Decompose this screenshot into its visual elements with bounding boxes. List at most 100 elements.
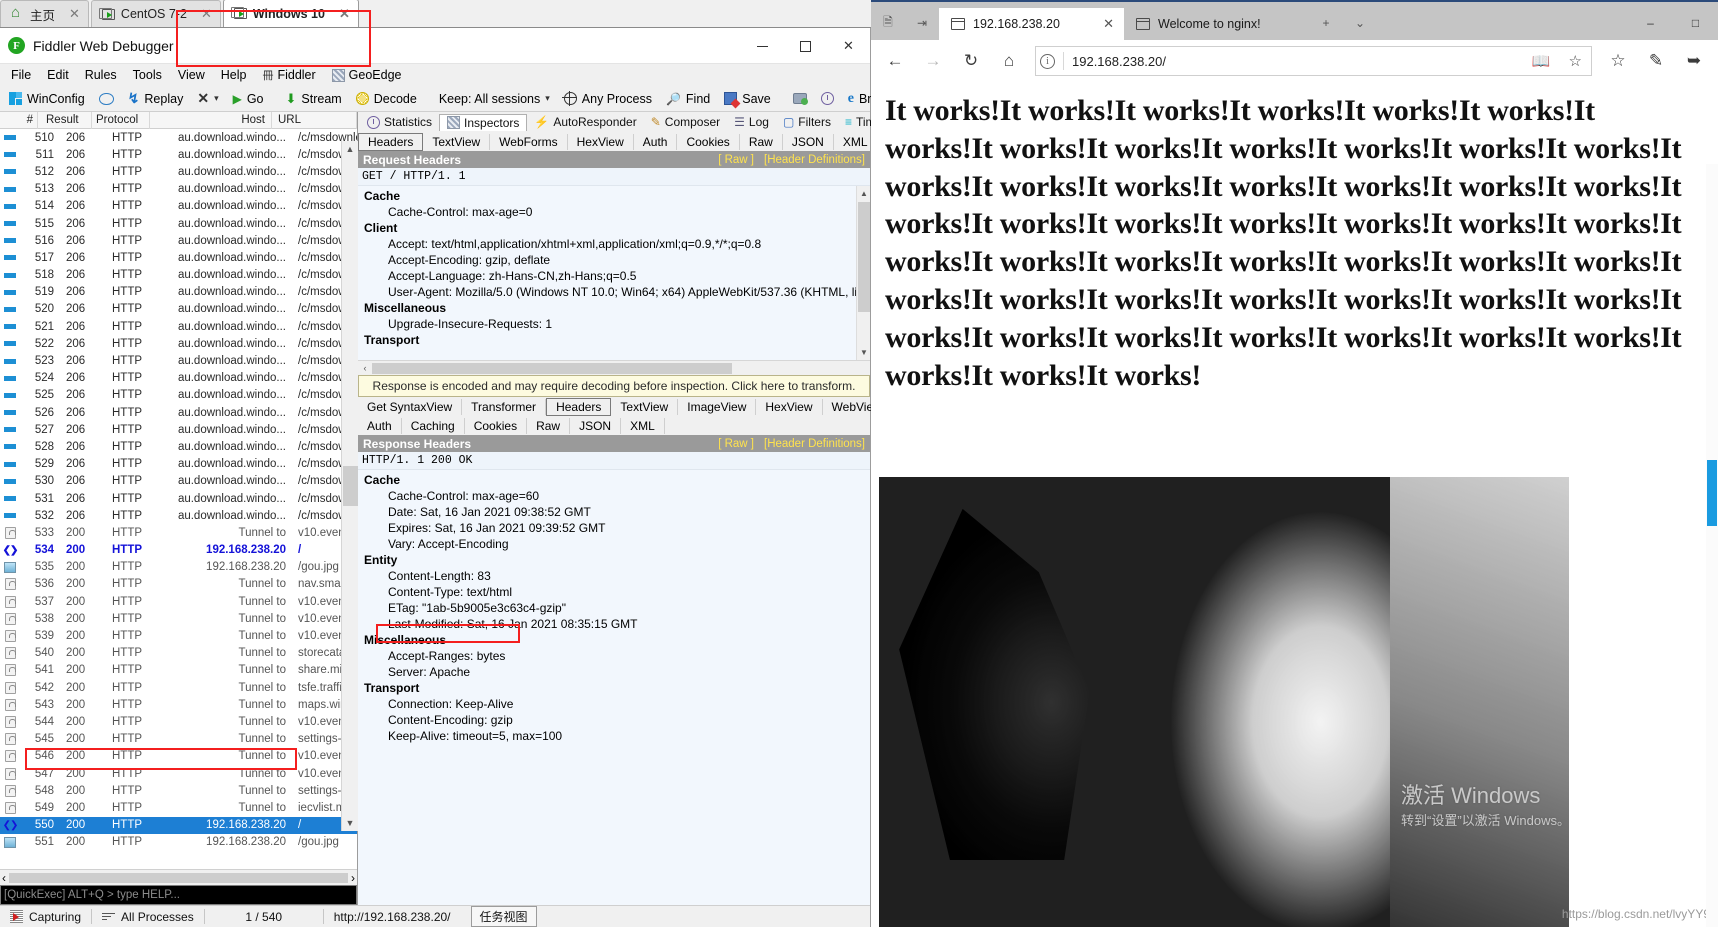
sessions-hscrollbar[interactable]: ‹ › (0, 869, 357, 885)
header-item[interactable]: Last-Modified: Sat, 16 Jan 2021 08:35:15… (362, 616, 870, 632)
request-subtab-json[interactable]: JSON (783, 133, 834, 150)
response-subtab-json[interactable]: JSON (570, 417, 622, 434)
fiddler-toolbar[interactable]: WinConfig ↯ Replay ✕ ▾ ▶ Go ⬇ Stream Dec… (0, 86, 910, 112)
table-row[interactable]: 516206HTTPau.download.windo.../c/msdownl… (0, 232, 357, 249)
status-processes[interactable]: All Processes (92, 906, 204, 927)
table-row[interactable]: 519206HTTPau.download.windo.../c/msdownl… (0, 284, 357, 301)
request-subtab-headers[interactable]: Headers (358, 132, 424, 151)
table-row[interactable]: 522206HTTPau.download.windo.../c/msdownl… (0, 335, 357, 352)
header-item[interactable]: Upgrade-Insecure-Requests: 1 (362, 316, 870, 332)
toolbar-winconfig[interactable]: WinConfig (2, 90, 92, 108)
request-header-definitions-link[interactable]: [Header Definitions] (764, 154, 865, 166)
scrollbar-thumb[interactable] (372, 362, 732, 374)
table-row[interactable]: 515206HTTPau.download.windo.../c/msdownl… (0, 215, 357, 232)
table-row[interactable]: 545200HTTPTunnel tosettings-win.data.mic (0, 731, 357, 748)
table-row[interactable]: 539200HTTPTunnel tov10.events.data.micr (0, 627, 357, 644)
scroll-up-icon[interactable]: ▲ (342, 141, 358, 157)
table-row[interactable]: 542200HTTPTunnel totsfe.trafficshaping.d… (0, 679, 357, 696)
table-row[interactable]: 529206HTTPau.download.windo.../c/msdownl… (0, 456, 357, 473)
menu-fiddler-addon[interactable]: 冊 Fiddler (254, 65, 323, 85)
vm-tab-home[interactable]: 主页 ✕ (0, 0, 89, 27)
header-item[interactable]: Accept-Ranges: bytes (362, 648, 870, 664)
response-subtab-caching[interactable]: Caching (402, 417, 465, 434)
table-row[interactable]: 541200HTTPTunnel toshare.microsoft.com:4 (0, 662, 357, 679)
table-row[interactable]: 549200HTTPTunnel toiecvlist.microsoft.co… (0, 799, 357, 816)
sessions-list[interactable]: 510 206 HTTP au.download.windo.../c/msdownl… (0, 129, 357, 869)
web-note-icon[interactable]: ✎ (1638, 44, 1674, 78)
menu-file[interactable]: File (3, 66, 39, 84)
request-subtab-auth[interactable]: Auth (634, 133, 678, 150)
fiddler-menubar[interactable]: File Edit Rules Tools View Help 冊 Fiddle… (0, 64, 870, 86)
header-item[interactable]: Content-Length: 83 (362, 568, 870, 584)
response-subtabs-row1[interactable]: Get SyntaxView Transformer Headers TextView… (358, 397, 892, 416)
table-row[interactable]: 544200HTTPTunnel tov10.events.data.micr (0, 713, 357, 730)
menu-edit[interactable]: Edit (39, 66, 77, 84)
edge-tab-0[interactable]: 192.168.238.20 ✕ (939, 8, 1124, 40)
request-subtab-cookies[interactable]: Cookies (677, 133, 740, 150)
table-row[interactable]: 538200HTTPTunnel tov10.events.data.micr (0, 610, 357, 627)
vm-tab-windows10[interactable]: Windows 10 ✕ (222, 0, 359, 27)
request-raw-link[interactable]: [ Raw ] (718, 154, 754, 166)
taskview-button[interactable]: 任务视图 (461, 906, 547, 927)
table-row[interactable]: 532206HTTPau.download.windo.../c/msdownl… (0, 507, 357, 524)
tab-composer[interactable]: ✎ Composer (644, 114, 727, 130)
table-row[interactable]: 528206HTTPau.download.windo.../c/msdownl… (0, 438, 357, 455)
table-row[interactable]: 543200HTTPTunnel tomaps.windows.com:4 (0, 696, 357, 713)
table-row[interactable]: 525206HTTPau.download.windo.../c/msdownl… (0, 387, 357, 404)
menu-rules[interactable]: Rules (77, 66, 125, 84)
table-row[interactable]: 551 200 HTTP 192.168.238.20/gou.jpg (0, 834, 357, 851)
table-row[interactable]: 511206HTTPau.download.windo.../c/msdownl… (0, 146, 357, 163)
home-button[interactable]: ⌂ (991, 44, 1027, 78)
response-header-definitions-link[interactable]: [Header Definitions] (764, 438, 865, 450)
table-row[interactable]: 521206HTTPau.download.windo.../c/msdownl… (0, 318, 357, 335)
edge-vscrollbar[interactable] (1706, 164, 1718, 927)
header-item[interactable]: Cache-Control: max-age=60 (362, 488, 870, 504)
new-tab-button[interactable]: + (1309, 6, 1343, 40)
share-icon[interactable]: ➥ (1676, 44, 1712, 78)
refresh-button[interactable]: ↻ (953, 44, 989, 78)
request-vscrollbar[interactable]: ▲ ▼ (856, 186, 870, 360)
column-header-protocol[interactable]: Protocol (92, 111, 150, 129)
toolbar-decode[interactable]: Decode (349, 90, 424, 108)
response-subtab-raw[interactable]: Raw (527, 417, 571, 434)
chevron-down-icon[interactable]: ▾ (545, 93, 550, 104)
scroll-right-icon[interactable]: › (351, 871, 355, 885)
tab-inspectors[interactable]: Inspectors (439, 113, 528, 131)
table-row[interactable]: 520206HTTPau.download.windo.../c/msdownl… (0, 301, 357, 318)
favorites-hub-icon[interactable]: ☆ (1600, 44, 1636, 78)
menu-tools[interactable]: Tools (125, 66, 170, 84)
table-row[interactable]: 540200HTTPTunnel tostorecatalogrevocatio (0, 645, 357, 662)
scroll-up-icon[interactable]: ▲ (857, 186, 870, 201)
scrollbar-thumb[interactable] (9, 872, 348, 883)
table-row[interactable]: 514206HTTPau.download.windo.../c/msdownl… (0, 198, 357, 215)
scrollbar-thumb[interactable] (1707, 460, 1717, 526)
request-headers-body[interactable]: Cache Cache-Control: max-age=0 Client Accep… (358, 186, 870, 360)
decode-notice[interactable]: Response is encoded and may require deco… (358, 375, 870, 397)
back-button[interactable]: ← (877, 44, 913, 78)
forward-button[interactable]: → (915, 44, 951, 78)
header-item[interactable]: User-Agent: Mozilla/5.0 (Windows NT 10.0… (362, 284, 870, 300)
close-icon[interactable]: ✕ (201, 6, 212, 22)
response-subtab-hexview[interactable]: HexView (756, 398, 823, 415)
close-icon[interactable]: ✕ (339, 6, 350, 22)
table-row[interactable]: 536200HTTPTunnel tonav.smartscreen.micr (0, 576, 357, 593)
minimize-button[interactable]: – (1628, 6, 1673, 40)
toolbar-keep-sessions[interactable]: Keep: All sessions ▾ (432, 90, 557, 108)
reading-view-icon[interactable]: 📖 (1527, 52, 1556, 70)
request-subtab-webforms[interactable]: WebForms (490, 133, 568, 150)
scroll-left-icon[interactable]: ‹ (2, 871, 6, 885)
address-input[interactable]: 192.168.238.20/ (1072, 54, 1519, 69)
table-row[interactable]: ❮❯ 550 200 HTTP 192.168.238.20/ (0, 816, 357, 834)
menu-geoedge[interactable]: GeoEdge (324, 66, 410, 84)
minimize-button[interactable] (741, 28, 784, 64)
maximize-button[interactable]: □ (1673, 6, 1718, 40)
header-item[interactable]: Cache-Control: max-age=0 (362, 204, 870, 220)
response-raw-link[interactable]: [ Raw ] (718, 438, 754, 450)
table-row[interactable]: 518206HTTPau.download.windo.../c/msdownl… (0, 267, 357, 284)
close-button[interactable]: ✕ (827, 28, 870, 64)
menu-help[interactable]: Help (213, 66, 255, 84)
window-controls[interactable]: ✕ (741, 28, 870, 64)
response-headers-body[interactable]: Cache Cache-Control: max-age=60 Date: Sat,… (358, 470, 870, 905)
table-row[interactable]: 530206HTTPau.download.windo.../c/msdownl… (0, 473, 357, 490)
header-item[interactable]: Vary: Accept-Encoding (362, 536, 870, 552)
